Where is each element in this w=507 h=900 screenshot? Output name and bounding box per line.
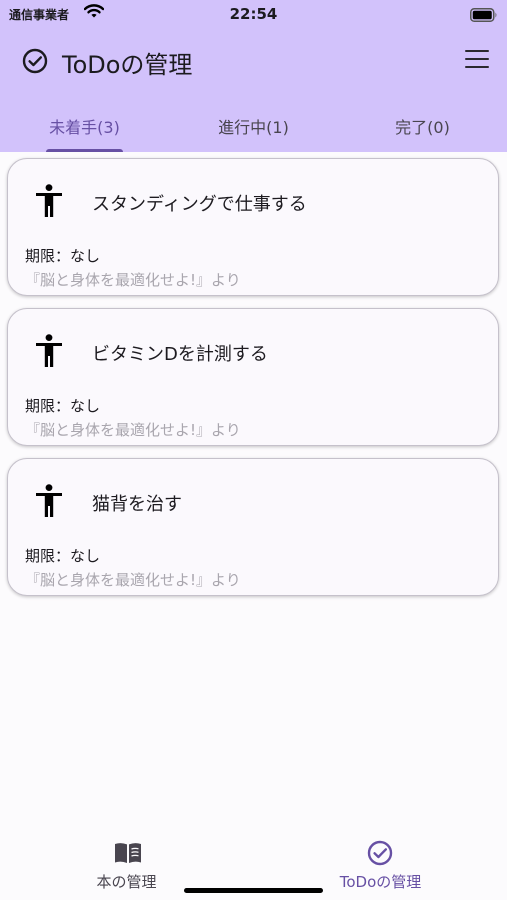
home-indicator [184, 888, 323, 893]
todo-source: 『脳と身体を最適化せよ!』より [25, 571, 241, 589]
todo-source: 『脳と身体を最適化せよ!』より [25, 421, 241, 439]
accessibility-person-icon [34, 184, 64, 222]
app-title: ToDoの管理 [62, 51, 193, 79]
todo-card[interactable]: ビタミンDを計測する 期限：なし 『脳と身体を最適化せよ!』より [7, 308, 499, 446]
todo-deadline: 期限：なし [25, 247, 101, 265]
tab-not-started[interactable]: 未着手(3) [0, 104, 169, 152]
tab-label: 完了(0) [395, 118, 450, 137]
todo-title: スタンディングで仕事する [92, 194, 307, 215]
hamburger-menu-icon[interactable] [465, 50, 489, 72]
todo-card[interactable]: 猫背を治す 期限：なし 『脳と身体を最適化せよ!』より [7, 458, 499, 596]
todo-deadline: 期限：なし [25, 397, 101, 415]
tab-label: 未着手(3) [49, 118, 120, 137]
check-circle-icon [367, 840, 393, 870]
check-circle-icon [22, 48, 48, 78]
tab-label: 進行中(1) [218, 118, 289, 137]
battery-icon [470, 8, 498, 26]
top-app-bar: 通信事業者 22:54 ToDoの管理 未着手(3) 進行中(1) 完了(0) [0, 0, 507, 152]
todo-card[interactable]: スタンディングで仕事する 期限：なし 『脳と身体を最適化せよ!』より [7, 158, 499, 296]
tab-bar: 未着手(3) 進行中(1) 完了(0) [0, 104, 507, 152]
tab-in-progress[interactable]: 進行中(1) [169, 104, 338, 152]
accessibility-person-icon [34, 484, 64, 522]
book-icon [113, 841, 143, 869]
accessibility-person-icon [34, 334, 64, 372]
app-bar: ToDoの管理 [0, 36, 507, 88]
tab-indicator [46, 149, 123, 152]
todo-title: 猫背を治す [92, 494, 182, 515]
todo-title: ビタミンDを計測する [92, 344, 268, 365]
status-bar: 通信事業者 22:54 [0, 0, 507, 30]
todo-deadline: 期限：なし [25, 547, 101, 565]
todo-source: 『脳と身体を最適化せよ!』より [25, 271, 241, 289]
tab-completed[interactable]: 完了(0) [338, 104, 507, 152]
status-time: 22:54 [229, 5, 278, 23]
